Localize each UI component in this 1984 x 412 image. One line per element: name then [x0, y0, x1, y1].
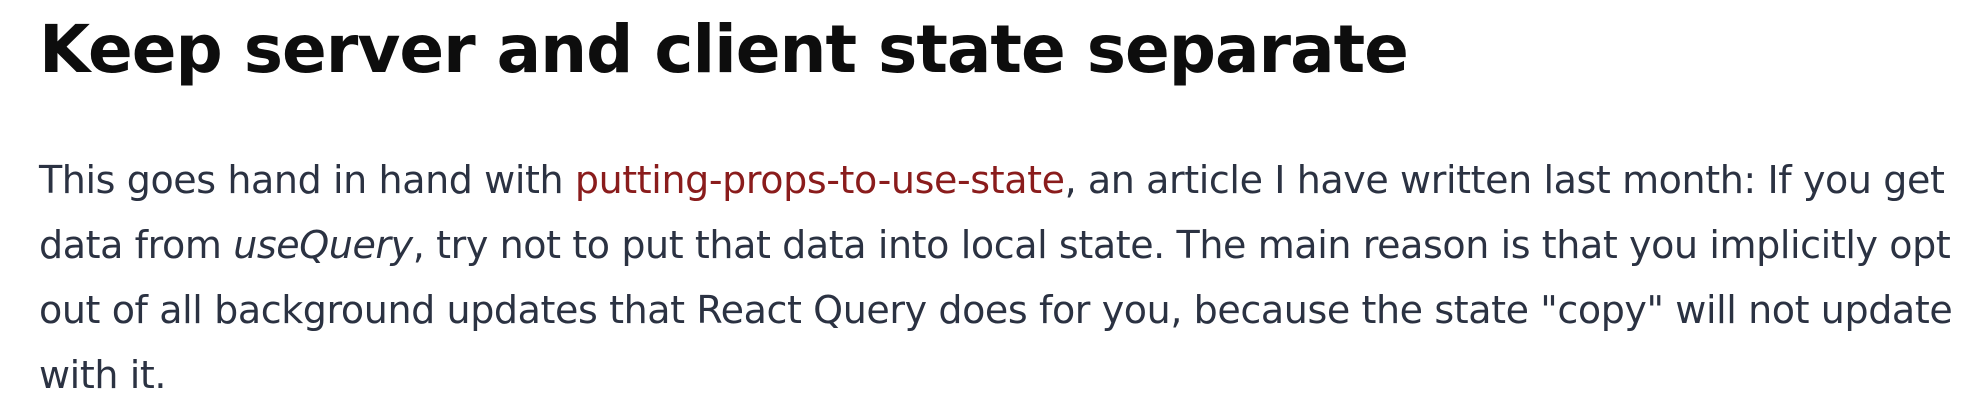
putting-props-to-use-state-link[interactable]: putting-props-to-use-state — [575, 158, 1065, 202]
paragraph-text-intro: This goes hand in hand with — [39, 158, 575, 202]
section-heading: Keep server and client state separate — [39, 11, 1409, 88]
article-section: Keep server and client state separate Th… — [0, 0, 1953, 412]
body-paragraph: This goes hand in hand with putting-prop… — [39, 148, 1969, 408]
usequery-emphasis: useQuery — [233, 223, 413, 267]
